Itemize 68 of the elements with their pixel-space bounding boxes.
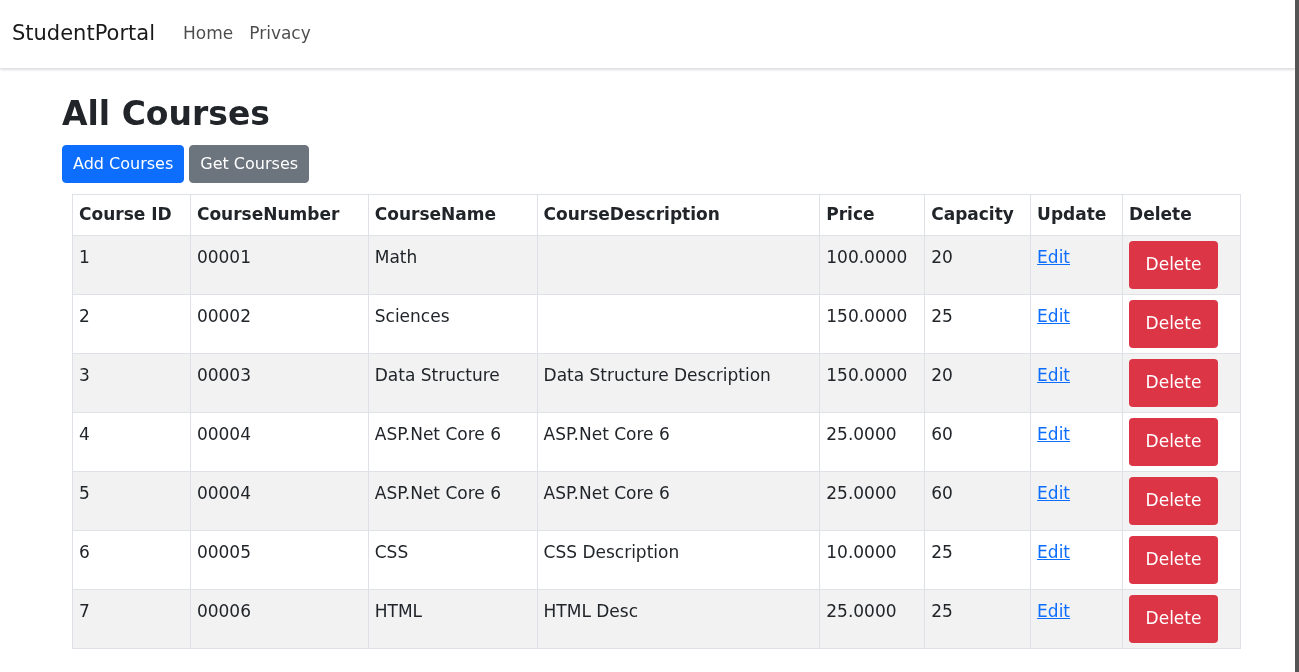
table-cell: 00005 — [196, 542, 251, 562]
edit-link[interactable]: Edit — [1037, 365, 1071, 385]
table-cell: 25 — [931, 306, 953, 326]
table-cell: 00003 — [196, 365, 251, 385]
delete-button[interactable]: Delete — [1129, 595, 1219, 643]
table-cell: Math — [374, 247, 418, 267]
table-cell: 25 — [931, 542, 953, 562]
table-cell: ASP.Net Core 6 — [543, 483, 670, 503]
table-cell: 6 — [79, 542, 90, 562]
table-cell: 00006 — [196, 601, 251, 621]
edit-link[interactable]: Edit — [1037, 306, 1071, 326]
edit-link[interactable]: Edit — [1037, 247, 1071, 267]
table-cell: 00004 — [196, 424, 251, 444]
table-cell: 00002 — [196, 306, 251, 326]
delete-button[interactable]: Delete — [1129, 300, 1219, 348]
table-cell: 60 — [931, 424, 953, 444]
table-cell: 20 — [931, 247, 953, 267]
edit-link[interactable]: Edit — [1037, 542, 1071, 562]
column-header: Course ID — [72, 194, 191, 236]
delete-button[interactable]: Delete — [1129, 418, 1219, 466]
brand-link[interactable]: StudentPortal — [12, 18, 155, 50]
nav-link[interactable]: Home — [183, 21, 234, 47]
delete-button[interactable]: Delete — [1129, 536, 1219, 584]
table-cell: HTML Desc — [543, 601, 638, 621]
column-header: CourseDescription — [537, 194, 820, 236]
table-cell: 2 — [79, 306, 90, 326]
table-cell: 5 — [79, 483, 90, 503]
table-cell: 4 — [79, 424, 90, 444]
table-cell: 10.0000 — [826, 542, 897, 562]
table-cell: 1 — [79, 247, 90, 267]
table-cell: ASP.Net Core 6 — [374, 424, 501, 444]
delete-button[interactable]: Delete — [1129, 477, 1219, 525]
table-cell: 3 — [79, 365, 90, 385]
table-cell: 20 — [931, 365, 953, 385]
table-cell: 25.0000 — [826, 601, 897, 621]
get-button[interactable]: Get Courses — [189, 145, 310, 183]
table-cell: ASP.Net Core 6 — [543, 424, 670, 444]
table-cell: CSS — [374, 542, 409, 562]
table-cell: Sciences — [374, 306, 450, 326]
delete-button[interactable]: Delete — [1129, 359, 1219, 407]
column-header: Price — [819, 194, 925, 236]
table-cell: 60 — [931, 483, 953, 503]
table-cell: 25.0000 — [826, 424, 897, 444]
add-button[interactable]: Add Courses — [62, 145, 185, 183]
table-cell: 00004 — [196, 483, 251, 503]
table-cell: Data Structure — [374, 365, 500, 385]
edit-link[interactable]: Edit — [1037, 601, 1071, 621]
table-cell: 100.0000 — [826, 247, 908, 267]
table-cell: ASP.Net Core 6 — [374, 483, 501, 503]
page-title: All Courses — [62, 93, 271, 135]
edit-link[interactable]: Edit — [1037, 424, 1071, 444]
edit-link[interactable]: Edit — [1037, 483, 1071, 503]
table-cell: HTML — [374, 601, 423, 621]
table-cell: CSS Description — [543, 542, 680, 562]
table-cell: Data Structure Description — [543, 365, 771, 385]
column-header: CourseName — [368, 194, 538, 236]
table-cell: 25 — [931, 601, 953, 621]
delete-button[interactable]: Delete — [1129, 241, 1219, 289]
table-cell: 7 — [79, 601, 90, 621]
table-cell: 25.0000 — [826, 483, 897, 503]
table-cell: 150.0000 — [826, 365, 908, 385]
column-header: CourseNumber — [190, 194, 369, 236]
column-header: Update — [1030, 194, 1123, 236]
column-header: Capacity — [924, 194, 1031, 236]
column-header: Delete — [1122, 194, 1241, 236]
table-cell: 150.0000 — [826, 306, 908, 326]
table-cell: 00001 — [196, 247, 251, 267]
nav-link[interactable]: Privacy — [249, 21, 311, 47]
